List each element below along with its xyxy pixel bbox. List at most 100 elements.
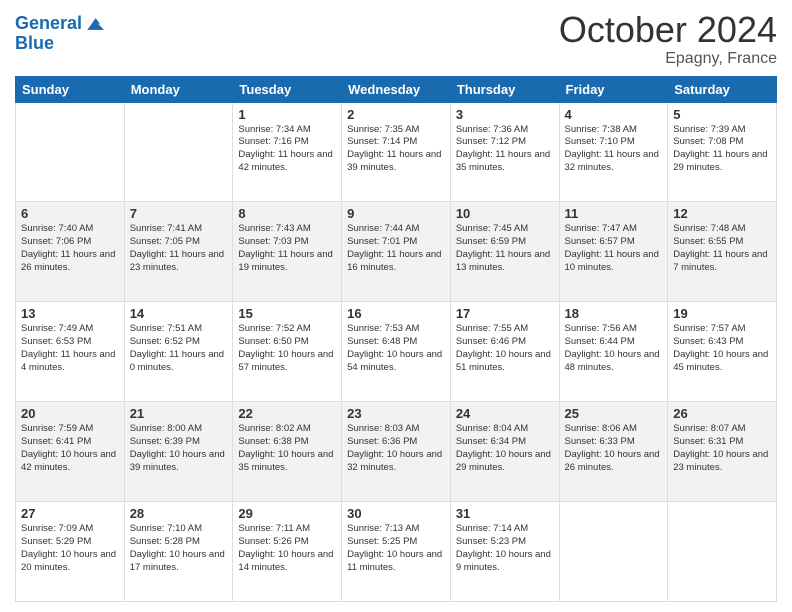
day-number: 27 (21, 506, 119, 521)
day-number: 2 (347, 107, 445, 122)
logo-icon (84, 14, 104, 34)
cell-w5-d4: 31 Sunrise: 7:14 AMSunset: 5:23 PMDayligh… (450, 502, 559, 602)
cell-w2-d5: 11Sunrise: 7:47 AMSunset: 6:57 PMDayligh… (559, 202, 668, 302)
cell-w5-d3: 30Sunrise: 7:13 AMSunset: 5:25 PMDayligh… (342, 502, 451, 602)
col-monday: Monday (124, 76, 233, 102)
col-sunday: Sunday (16, 76, 125, 102)
day-info: Sunrise: 7:49 AMSunset: 6:53 PMDaylight:… (21, 323, 119, 374)
day-info: Sunrise: 7:10 AMSunset: 5:28 PMDaylight:… (130, 523, 228, 574)
cell-w5-d5 (559, 502, 668, 602)
day-info: Sunrise: 7:55 AMSunset: 6:46 PMDaylight:… (456, 323, 554, 374)
header: General Blue October 2024 Epagny, France (15, 10, 777, 68)
day-number: 26 (673, 406, 771, 421)
col-saturday: Saturday (668, 76, 777, 102)
cell-w1-d0 (16, 102, 125, 202)
cell-w1-d2: 1 Sunrise: 7:34 AMSunset: 7:16 PMDaylight… (233, 102, 342, 202)
cell-w5-d2: 29 Sunrise: 7:11 AMSunset: 5:26 PMDayligh… (233, 502, 342, 602)
cell-w3-d0: 13 Sunrise: 7:49 AMSunset: 6:53 PMDayligh… (16, 302, 125, 402)
day-info: Sunrise: 7:47 AMSunset: 6:57 PMDaylight:… (565, 223, 663, 274)
col-wednesday: Wednesday (342, 76, 451, 102)
day-info: Sunrise: 7:35 AMSunset: 7:14 PMDaylight:… (347, 124, 445, 175)
cell-w1-d1 (124, 102, 233, 202)
month-title: October 2024 (559, 10, 777, 50)
cell-w5-d6 (668, 502, 777, 602)
day-number: 30 (347, 506, 445, 521)
week-row-5: 27Sunrise: 7:09 AMSunset: 5:29 PMDayligh… (16, 502, 777, 602)
day-info: Sunrise: 7:36 AMSunset: 7:12 PMDaylight:… (456, 124, 554, 175)
day-number: 31 (456, 506, 554, 521)
col-friday: Friday (559, 76, 668, 102)
day-number: 25 (565, 406, 663, 421)
day-info: Sunrise: 7:39 AMSunset: 7:08 PMDaylight:… (673, 124, 771, 175)
cell-w4-d1: 21Sunrise: 8:00 AMSunset: 6:39 PMDayligh… (124, 402, 233, 502)
day-number: 13 (21, 306, 119, 321)
day-number: 20 (21, 406, 119, 421)
day-number: 7 (130, 206, 228, 221)
cell-w4-d4: 24Sunrise: 8:04 AMSunset: 6:34 PMDayligh… (450, 402, 559, 502)
cell-w4-d5: 25 Sunrise: 8:06 AMSunset: 6:33 PMDayligh… (559, 402, 668, 502)
day-number: 15 (238, 306, 336, 321)
day-info: Sunrise: 7:57 AMSunset: 6:43 PMDaylight:… (673, 323, 771, 374)
day-number: 17 (456, 306, 554, 321)
day-number: 6 (21, 206, 119, 221)
day-number: 3 (456, 107, 554, 122)
logo-blue: Blue (15, 34, 104, 54)
day-info: Sunrise: 7:44 AMSunset: 7:01 PMDaylight:… (347, 223, 445, 274)
week-row-2: 6 Sunrise: 7:40 AMSunset: 7:06 PMDaylight… (16, 202, 777, 302)
cell-w3-d5: 18Sunrise: 7:56 AMSunset: 6:44 PMDayligh… (559, 302, 668, 402)
cell-w1-d4: 3 Sunrise: 7:36 AMSunset: 7:12 PMDaylight… (450, 102, 559, 202)
day-number: 1 (238, 107, 336, 122)
day-info: Sunrise: 7:59 AMSunset: 6:41 PMDaylight:… (21, 423, 119, 474)
cell-w3-d6: 19 Sunrise: 7:57 AMSunset: 6:43 PMDayligh… (668, 302, 777, 402)
cell-w2-d4: 10 Sunrise: 7:45 AMSunset: 6:59 PMDayligh… (450, 202, 559, 302)
day-info: Sunrise: 7:14 AMSunset: 5:23 PMDaylight:… (456, 523, 554, 574)
cell-w1-d3: 2 Sunrise: 7:35 AMSunset: 7:14 PMDaylight… (342, 102, 451, 202)
page: General Blue October 2024 Epagny, France… (0, 0, 792, 612)
day-info: Sunrise: 8:02 AMSunset: 6:38 PMDaylight:… (238, 423, 336, 474)
location: Epagny, France (559, 50, 777, 68)
day-info: Sunrise: 7:51 AMSunset: 6:52 PMDaylight:… (130, 323, 228, 374)
week-row-3: 13 Sunrise: 7:49 AMSunset: 6:53 PMDayligh… (16, 302, 777, 402)
logo: General Blue (15, 14, 104, 54)
day-info: Sunrise: 8:06 AMSunset: 6:33 PMDaylight:… (565, 423, 663, 474)
day-info: Sunrise: 7:45 AMSunset: 6:59 PMDaylight:… (456, 223, 554, 274)
day-number: 23 (347, 406, 445, 421)
cell-w5-d0: 27Sunrise: 7:09 AMSunset: 5:29 PMDayligh… (16, 502, 125, 602)
cell-w1-d6: 5 Sunrise: 7:39 AMSunset: 7:08 PMDaylight… (668, 102, 777, 202)
day-info: Sunrise: 7:40 AMSunset: 7:06 PMDaylight:… (21, 223, 119, 274)
cell-w2-d1: 7Sunrise: 7:41 AMSunset: 7:05 PMDaylight… (124, 202, 233, 302)
title-area: October 2024 Epagny, France (559, 10, 777, 68)
day-number: 24 (456, 406, 554, 421)
day-number: 8 (238, 206, 336, 221)
cell-w4-d0: 20 Sunrise: 7:59 AMSunset: 6:41 PMDayligh… (16, 402, 125, 502)
header-row: Sunday Monday Tuesday Wednesday Thursday… (16, 76, 777, 102)
day-info: Sunrise: 8:00 AMSunset: 6:39 PMDaylight:… (130, 423, 228, 474)
day-info: Sunrise: 7:53 AMSunset: 6:48 PMDaylight:… (347, 323, 445, 374)
week-row-4: 20 Sunrise: 7:59 AMSunset: 6:41 PMDayligh… (16, 402, 777, 502)
cell-w3-d4: 17 Sunrise: 7:55 AMSunset: 6:46 PMDayligh… (450, 302, 559, 402)
day-info: Sunrise: 7:38 AMSunset: 7:10 PMDaylight:… (565, 124, 663, 175)
day-number: 5 (673, 107, 771, 122)
day-info: Sunrise: 7:48 AMSunset: 6:55 PMDaylight:… (673, 223, 771, 274)
logo-text: General (15, 14, 82, 34)
day-info: Sunrise: 7:52 AMSunset: 6:50 PMDaylight:… (238, 323, 336, 374)
day-info: Sunrise: 7:43 AMSunset: 7:03 PMDaylight:… (238, 223, 336, 274)
day-info: Sunrise: 8:03 AMSunset: 6:36 PMDaylight:… (347, 423, 445, 474)
cell-w1-d5: 4Sunrise: 7:38 AMSunset: 7:10 PMDaylight… (559, 102, 668, 202)
cell-w2-d3: 9 Sunrise: 7:44 AMSunset: 7:01 PMDaylight… (342, 202, 451, 302)
day-number: 14 (130, 306, 228, 321)
day-number: 10 (456, 206, 554, 221)
day-info: Sunrise: 7:34 AMSunset: 7:16 PMDaylight:… (238, 124, 336, 175)
cell-w4-d6: 26Sunrise: 8:07 AMSunset: 6:31 PMDayligh… (668, 402, 777, 502)
day-number: 9 (347, 206, 445, 221)
day-number: 28 (130, 506, 228, 521)
day-number: 29 (238, 506, 336, 521)
day-info: Sunrise: 7:11 AMSunset: 5:26 PMDaylight:… (238, 523, 336, 574)
cell-w2-d6: 12Sunrise: 7:48 AMSunset: 6:55 PMDayligh… (668, 202, 777, 302)
cell-w2-d2: 8 Sunrise: 7:43 AMSunset: 7:03 PMDaylight… (233, 202, 342, 302)
day-number: 18 (565, 306, 663, 321)
cell-w4-d3: 23 Sunrise: 8:03 AMSunset: 6:36 PMDayligh… (342, 402, 451, 502)
day-number: 19 (673, 306, 771, 321)
cell-w3-d2: 15 Sunrise: 7:52 AMSunset: 6:50 PMDayligh… (233, 302, 342, 402)
cell-w3-d3: 16Sunrise: 7:53 AMSunset: 6:48 PMDayligh… (342, 302, 451, 402)
